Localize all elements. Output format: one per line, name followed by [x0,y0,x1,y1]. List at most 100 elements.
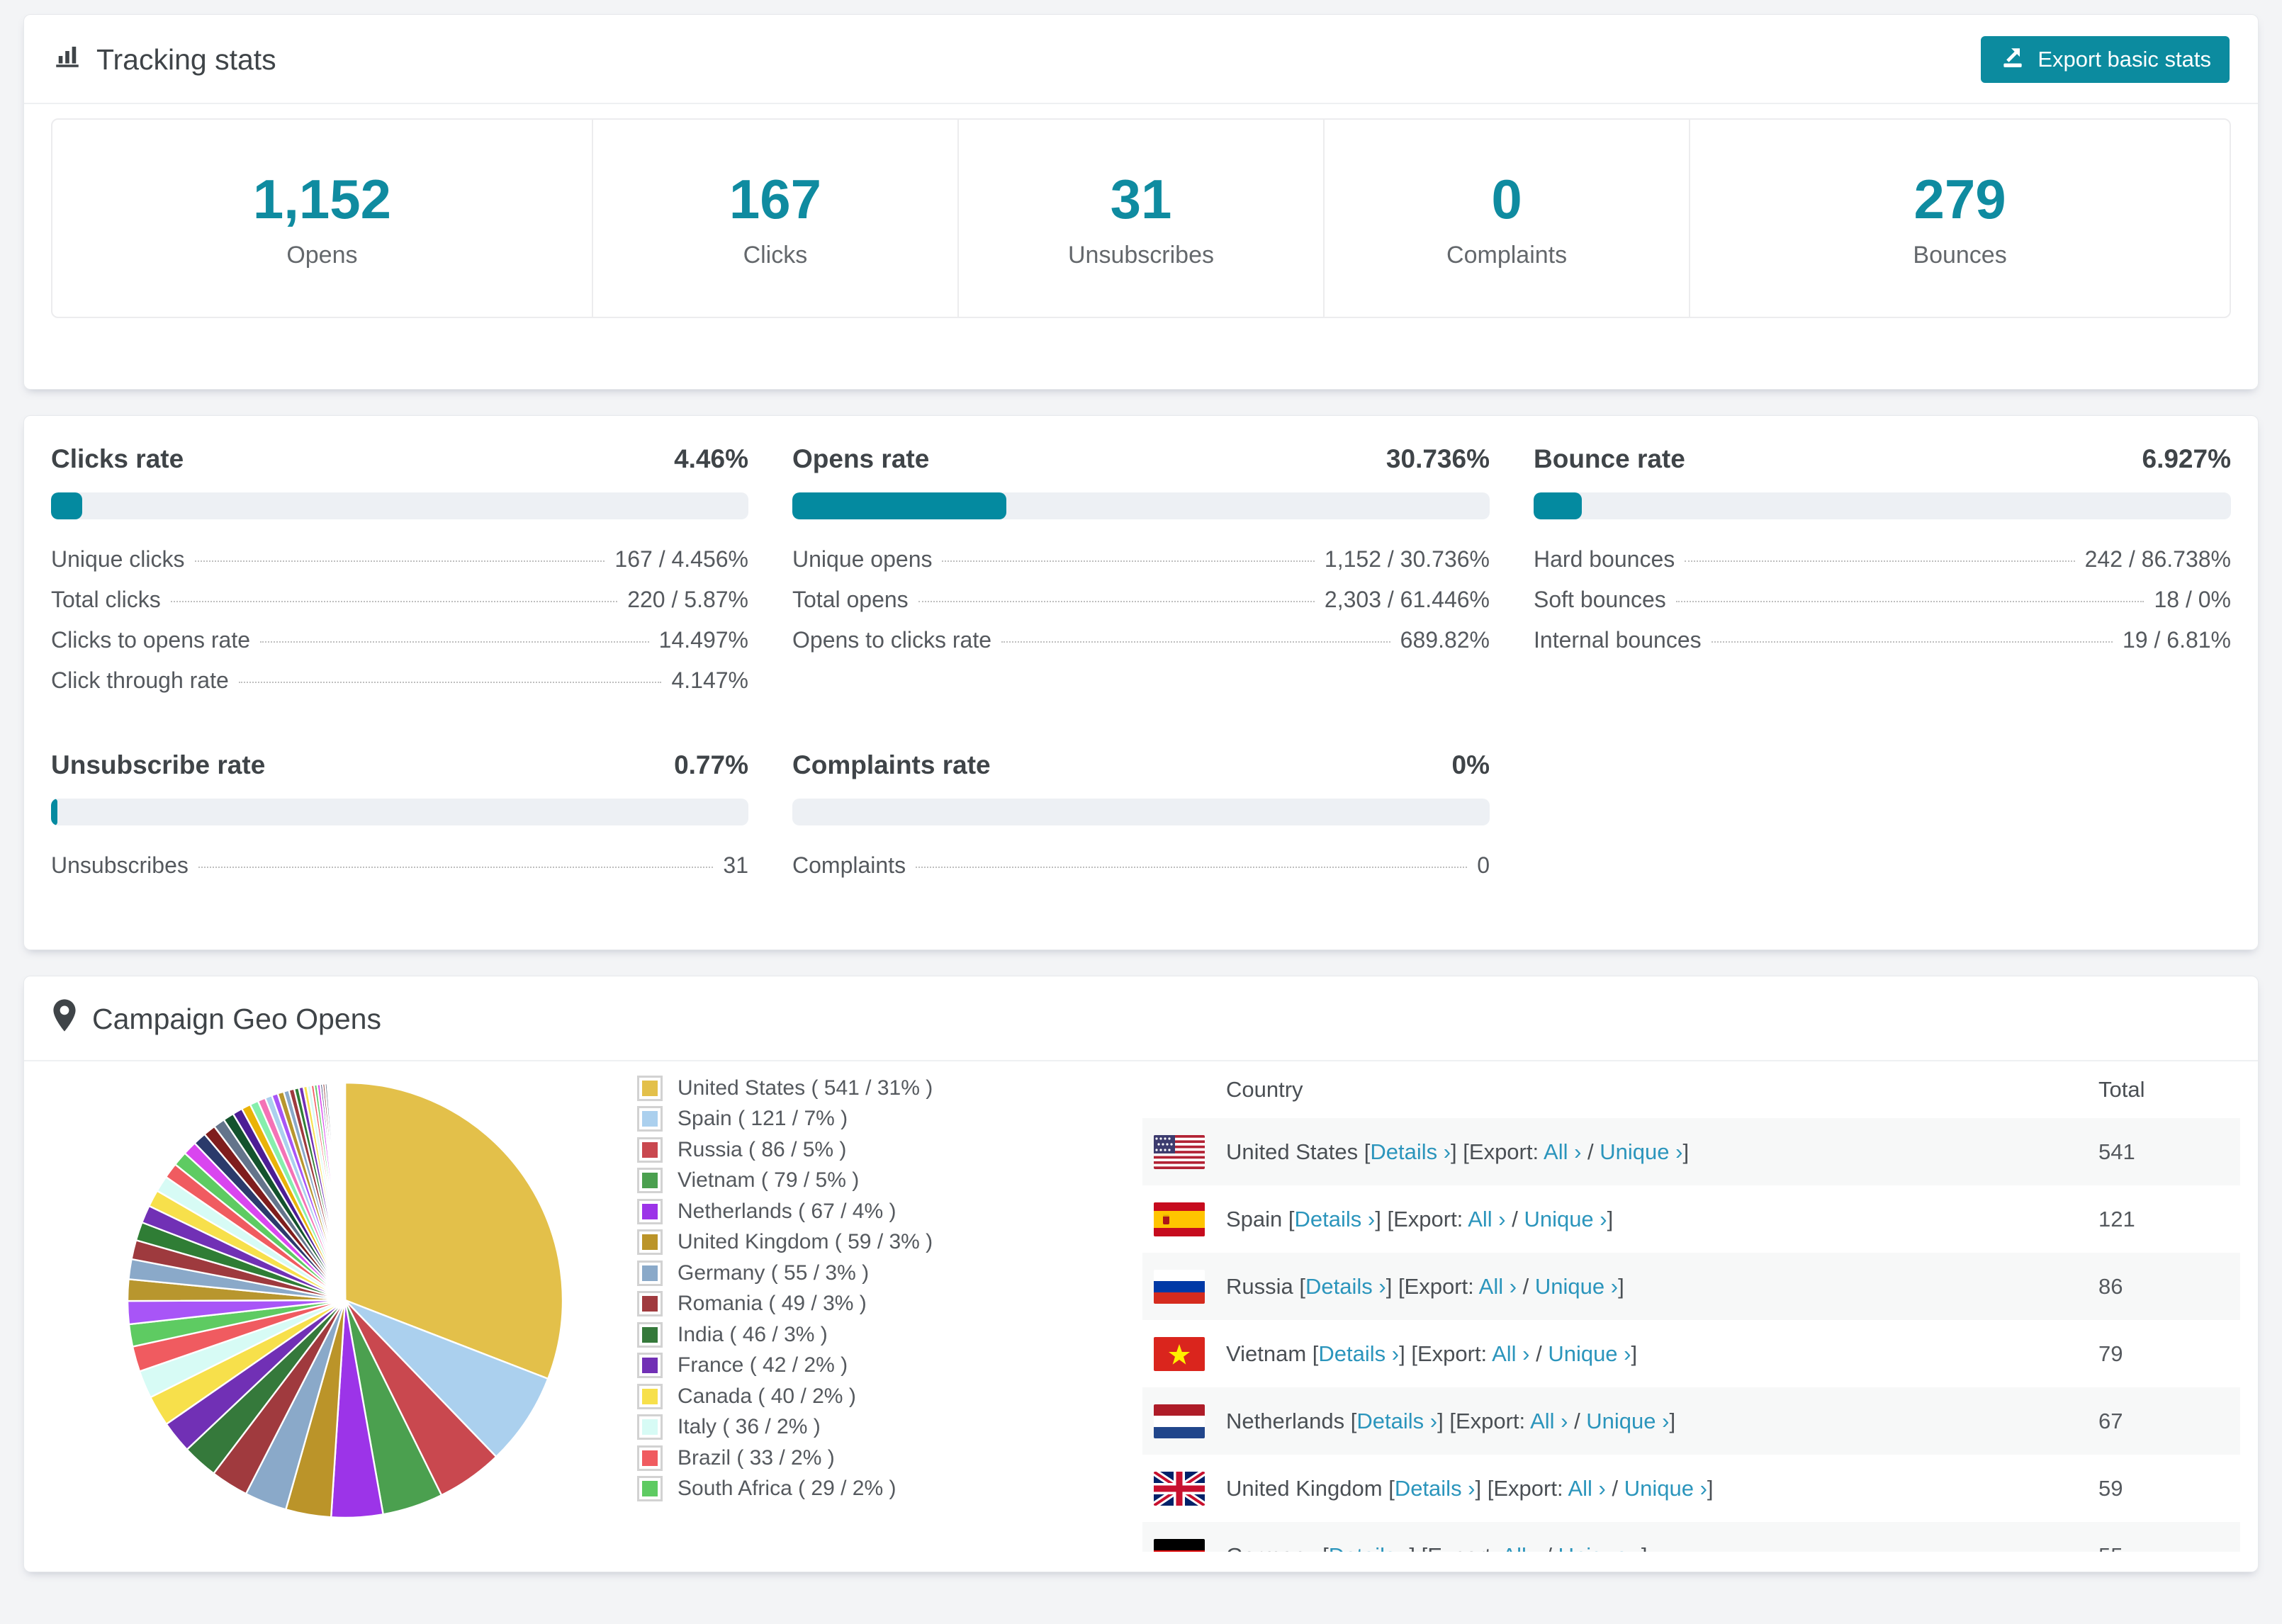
country-name: Russia [1226,1273,1293,1299]
rate-row-value: 242 / 86.738% [2084,546,2231,572]
export-all-link[interactable]: All › [1492,1341,1529,1366]
legend-item: Canada ( 40 / 2% ) [639,1381,1142,1412]
export-basic-stats-button[interactable]: Export basic stats [1981,36,2230,83]
table-row: Vietnam [Details ›] [Export: All › / Uni… [1142,1320,2240,1387]
stat-label: Bounces [1913,242,2007,269]
details-link[interactable]: Details › [1318,1341,1399,1366]
legend-label: Italy ( 36 / 2% ) [678,1415,821,1439]
rate-rows: Hard bounces 242 / 86.738% Soft bounces … [1534,546,2231,667]
country-name: Netherlands [1226,1408,1345,1433]
rate-row: Total clicks 220 / 5.87% [51,587,748,627]
dotted-leader [238,682,662,683]
rate-block-header: Unsubscribe rate 0.77% [51,750,748,780]
legend-color-chip [639,1170,661,1192]
details-link[interactable]: Details › [1329,1543,1410,1552]
legend-label: Brazil ( 33 / 2% ) [678,1445,835,1470]
country-name: United States [1226,1139,1359,1164]
dotted-leader [260,641,649,643]
rate-progress-fill [51,799,57,825]
country-total: 79 [2098,1341,2123,1366]
export-all-link[interactable]: All › [1479,1274,1517,1299]
export-all-link[interactable]: All › [1544,1139,1581,1164]
geo-table-header: Country Total [1142,1061,2240,1118]
export-unique-link[interactable]: Unique › [1548,1341,1631,1366]
dotted-leader [1711,641,2113,643]
rate-row-value: 31 [723,852,748,878]
dotted-leader [918,601,1315,602]
country-flag-icon-es [1154,1202,1205,1236]
rate-row-value: 2,303 / 61.446% [1324,587,1490,612]
rate-row-value: 220 / 5.87% [627,587,748,612]
details-link[interactable]: Details › [1395,1476,1476,1501]
country-total: 121 [2098,1206,2135,1231]
export-unique-link[interactable]: Unique › [1586,1409,1669,1433]
rate-title: Clicks rate [51,444,184,473]
campaign-geo-header: Campaign Geo Opens [24,976,2258,1061]
table-row: Russia [Details ›] [Export: All › / Uniq… [1142,1253,2240,1320]
export-all-link[interactable]: All › [1530,1409,1568,1433]
legend-color-chip [639,1385,661,1407]
export-unique-link[interactable]: Unique › [1600,1139,1682,1164]
tracking-stats-header: Tracking stats Export basic stats [24,15,2258,104]
rate-row: Hard bounces 242 / 86.738% [1534,546,2231,587]
rate-row-label: Unique clicks [51,546,185,572]
details-link[interactable]: Details › [1370,1139,1451,1164]
rate-row-label: Total clicks [51,587,161,612]
details-link[interactable]: Details › [1295,1207,1376,1231]
map-marker-icon [52,999,77,1039]
dotted-leader [194,560,605,562]
stat-cell: 31 Unsubscribes [957,120,1323,317]
legend-item: Brazil ( 33 / 2% ) [639,1443,1142,1474]
rate-block: Bounce rate 6.927% Hard bounces 242 / 86… [1534,444,2231,708]
rate-row-label: Unsubscribes [51,852,189,878]
legend-item: Vietnam ( 79 / 5% ) [639,1166,1142,1197]
export-unique-link[interactable]: Unique › [1558,1543,1641,1552]
stat-value: 167 [729,168,821,230]
export-all-link[interactable]: All › [1502,1543,1539,1552]
rate-row: Complaints 0 [792,852,1490,893]
rate-row-value: 4.147% [671,667,748,693]
rate-value: 6.927% [2142,444,2232,473]
rate-row-label: Opens to clicks rate [792,627,991,653]
rate-row: Soft bounces 18 / 0% [1534,587,2231,627]
stat-cell: 279 Bounces [1689,120,2230,317]
export-unique-link[interactable]: Unique › [1535,1274,1618,1299]
legend-color-chip [639,1200,661,1222]
campaign-geo-content: United States ( 541 / 31% ) Spain ( 121 … [24,1061,2258,1552]
legend-label: India ( 46 / 3% ) [678,1322,828,1346]
legend-label: Canada ( 40 / 2% ) [678,1384,856,1408]
pie-slice[interactable] [343,1081,347,1302]
legend-color-chip [639,1139,661,1161]
page-title: Tracking stats [52,41,276,78]
rate-row-label: Total opens [792,587,909,612]
geo-table-body: United States [Details ›] [Export: All ›… [1142,1118,2240,1552]
rate-progress-fill [792,492,1007,519]
legend-color-chip [639,1108,661,1130]
rate-rows: Complaints 0 [792,852,1490,893]
export-unique-link[interactable]: Unique › [1624,1476,1707,1501]
stat-label: Complaints [1446,242,1568,269]
legend-label: Russia ( 86 / 5% ) [678,1137,847,1161]
export-button-label: Export basic stats [2038,47,2211,72]
country-flag-icon-vn [1154,1336,1205,1371]
rate-block-header: Opens rate 30.736% [792,444,1490,474]
legend-item: Spain ( 121 / 7% ) [639,1104,1142,1135]
rate-rows: Unique opens 1,152 / 30.736% Total opens… [792,546,1490,667]
dotted-leader [1685,560,2075,562]
legend-label: Vietnam ( 79 / 5% ) [678,1168,860,1192]
rate-value: 4.46% [674,444,748,473]
export-all-link[interactable]: All › [1468,1207,1505,1231]
legend-label: South Africa ( 29 / 2% ) [678,1477,896,1501]
legend-label: United States ( 541 / 31% ) [678,1076,933,1100]
rate-row-value: 167 / 4.456% [614,546,748,572]
legend-item: Germany ( 55 / 3% ) [639,1258,1142,1289]
export-unique-link[interactable]: Unique › [1524,1207,1607,1231]
dotted-leader [198,867,714,868]
rate-row: Click through rate 4.147% [51,667,748,708]
details-link[interactable]: Details › [1356,1409,1437,1433]
rates-grid: Clicks rate 4.46% Unique clicks 167 / 4.… [51,444,2231,893]
geo-pie-chart[interactable] [51,1061,639,1552]
rate-title: Bounce rate [1534,444,1685,473]
export-all-link[interactable]: All › [1568,1476,1605,1501]
details-link[interactable]: Details › [1305,1274,1386,1299]
